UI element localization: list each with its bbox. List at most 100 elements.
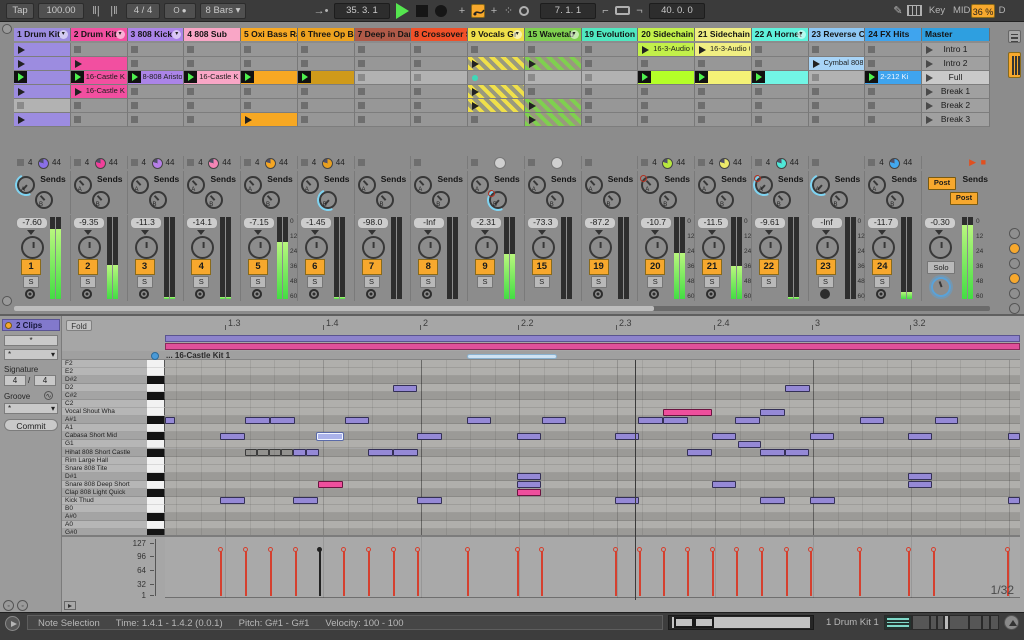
cue-volume-knob[interactable] — [931, 277, 951, 297]
midi-note[interactable] — [712, 432, 736, 440]
clip-slot[interactable] — [808, 71, 866, 85]
dot-b[interactable] — [937, 615, 944, 630]
group-clip[interactable] — [524, 113, 582, 127]
drum-row-name[interactable]: A#1 — [62, 416, 147, 425]
piano-key[interactable] — [147, 456, 165, 465]
velocity-lane-toggle[interactable] — [64, 601, 76, 610]
midi-note[interactable] — [738, 440, 761, 448]
drum-row-name[interactable]: C2 — [62, 400, 147, 409]
drum-row-name[interactable]: D2 — [62, 384, 147, 393]
clip-slot[interactable] — [581, 113, 639, 127]
master-solo-button[interactable]: Solo — [927, 261, 955, 274]
velocity-marker[interactable] — [317, 547, 322, 552]
piano-key[interactable] — [147, 504, 165, 513]
send-a-knob[interactable]: A — [584, 176, 603, 194]
volume-value[interactable]: -11.5 — [697, 217, 729, 229]
piano-key[interactable] — [147, 368, 165, 377]
monitor-icon[interactable] — [195, 289, 206, 299]
midi-note[interactable] — [417, 497, 442, 505]
drum-row-name[interactable]: Vocal Shout Wha — [62, 408, 147, 417]
velocity-marker[interactable] — [906, 547, 911, 552]
horizontal-scroll-thumb[interactable] — [467, 354, 557, 359]
midi-note[interactable] — [245, 449, 257, 456]
piano-key[interactable] — [147, 448, 165, 457]
nudge-down-icon[interactable]: ‖| — [88, 3, 104, 19]
piano-key[interactable] — [147, 520, 165, 529]
clip-slot[interactable] — [751, 85, 809, 99]
pan-knob[interactable] — [418, 236, 442, 259]
send-b-knob[interactable]: B — [148, 191, 167, 209]
midi-note[interactable] — [318, 481, 343, 489]
velocity-marker[interactable] — [685, 547, 690, 552]
clip-slot[interactable] — [297, 85, 355, 99]
pan-knob[interactable] — [588, 236, 612, 259]
volume-value[interactable]: -11.7 — [867, 217, 900, 229]
clip-color-chooser[interactable]: * ▾ — [4, 349, 58, 360]
midi-note[interactable] — [257, 449, 269, 456]
clip-view-icon[interactable] — [912, 615, 930, 630]
playing-clip[interactable] — [638, 71, 695, 85]
punch-in-icon[interactable]: ⌐ — [599, 3, 612, 19]
track-header[interactable]: 6 Three Op Ba — [297, 28, 355, 41]
beat-time-ruler[interactable]: 1.3 1.4 2 2.2 2.3 2.4 3 3.2 — [0, 316, 1024, 333]
velocity-marker[interactable] — [515, 547, 520, 552]
midi-note[interactable] — [860, 416, 884, 424]
monitor-icon[interactable] — [706, 289, 716, 299]
quantization-menu[interactable]: 8 Bars ▾ — [200, 3, 246, 19]
volume-value[interactable]: -Inf — [413, 217, 446, 229]
velocity-stem[interactable] — [786, 551, 788, 596]
send-a-knob[interactable]: A — [130, 176, 149, 194]
midi-note[interactable] — [306, 449, 319, 456]
clip-slot[interactable] — [695, 85, 752, 99]
clip[interactable]: 16-Castle K — [70, 85, 128, 99]
piano-key[interactable] — [147, 416, 165, 425]
midi-note[interactable] — [735, 416, 760, 424]
midi-note[interactable] — [165, 416, 175, 424]
midi-note[interactable] — [908, 481, 932, 489]
clip-slot[interactable] — [808, 43, 866, 57]
track-header[interactable]: 1 Drum Kit ▾ — [14, 28, 71, 41]
playing-clip[interactable]: 16-Castle K — [70, 71, 128, 85]
clip-slot[interactable] — [468, 113, 525, 127]
monitor-icon[interactable] — [252, 289, 262, 299]
solo-button[interactable]: S — [23, 276, 39, 288]
clip-slot[interactable] — [695, 57, 752, 71]
trash-device-icon[interactable] — [969, 615, 982, 630]
midi-note[interactable] — [220, 432, 245, 440]
io-show-hide-icon[interactable] — [1008, 52, 1021, 78]
velocity-stem[interactable] — [663, 551, 665, 596]
send-a-knob[interactable]: A — [11, 170, 41, 200]
velocity-marker[interactable] — [243, 547, 248, 552]
velocity-marker[interactable] — [268, 547, 273, 552]
clip-slot[interactable] — [751, 113, 809, 127]
clip[interactable] — [70, 57, 128, 71]
pan-knob[interactable] — [21, 236, 44, 259]
clip-slot[interactable] — [865, 85, 922, 99]
clip-slot[interactable] — [354, 71, 412, 85]
velocity-marker[interactable] — [391, 547, 396, 552]
track-header[interactable]: 9 Vocals Gr ▾ — [468, 28, 525, 41]
midi-note[interactable] — [281, 449, 293, 456]
drum-row-name[interactable]: A0 — [62, 520, 147, 529]
midi-note[interactable] — [245, 416, 270, 424]
velocity-stem[interactable] — [761, 551, 763, 596]
midi-note[interactable] — [810, 432, 834, 440]
clip-slot[interactable] — [411, 113, 468, 127]
track-header[interactable]: 2 Drum Kit ▾ — [70, 28, 128, 41]
crossfader-toggle[interactable] — [1009, 288, 1020, 299]
velocity-stem[interactable] — [933, 551, 935, 596]
midi-note[interactable] — [517, 432, 541, 440]
master-track-header[interactable]: Master — [922, 28, 990, 41]
clip-slot[interactable] — [468, 43, 525, 57]
send-a-knob[interactable]: A — [749, 170, 778, 200]
clip-slot[interactable] — [127, 57, 185, 71]
punch-out-icon[interactable]: ¬ — [633, 3, 646, 19]
clip-slot[interactable] — [297, 99, 355, 113]
follow-icon[interactable]: →• — [310, 3, 332, 19]
volume-value[interactable]: -Inf — [810, 217, 843, 229]
send-a-knob[interactable]: A — [471, 176, 489, 194]
midi-note[interactable] — [393, 449, 418, 456]
detail-zoom-scrollbar[interactable] — [668, 615, 814, 630]
velocity-stem[interactable] — [343, 551, 345, 596]
group-clip[interactable] — [468, 85, 525, 99]
